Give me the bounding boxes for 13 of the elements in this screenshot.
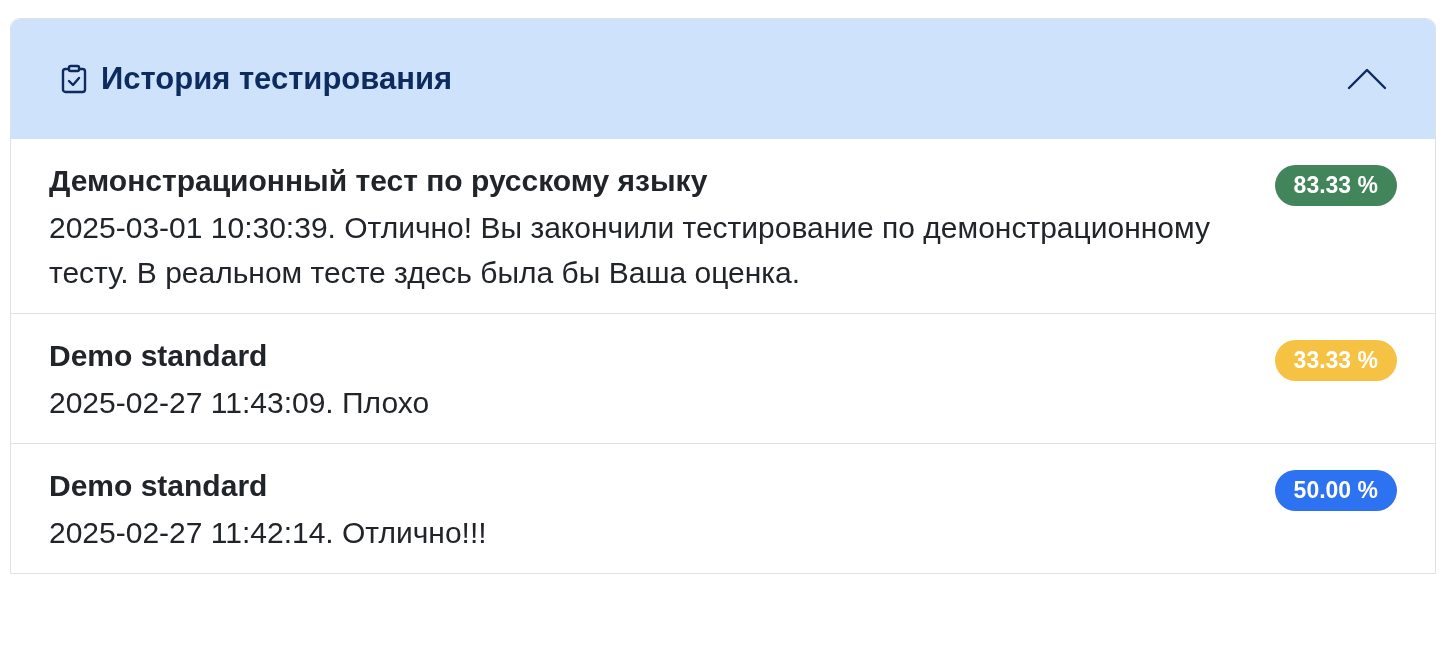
test-title: Demo standard (49, 468, 269, 504)
panel-header[interactable]: История тестирования (11, 19, 1435, 139)
panel-title: История тестирования (101, 61, 453, 97)
chevron-up-icon[interactable] (1347, 68, 1387, 90)
clipboard-check-icon (61, 64, 87, 94)
score-badge: 50.00 % (1274, 470, 1397, 511)
test-details: 2025-02-27 11:42:14. Отлично!!! (49, 515, 487, 551)
score-badge: 83.33 % (1274, 165, 1397, 206)
test-title: Demo standard (49, 338, 269, 374)
score-badge: 33.33 % (1274, 340, 1397, 381)
test-details: 2025-02-27 11:43:09. Плохо (49, 385, 430, 421)
test-title: Демонстрационный тест по русскому языку (49, 163, 709, 199)
test-details: 2025-03-01 10:30:39. Отлично! Вы закончили тестирование по демонстрационному тесту. В реальном тесте здесь была бы Ваша оценка. (49, 210, 1211, 291)
